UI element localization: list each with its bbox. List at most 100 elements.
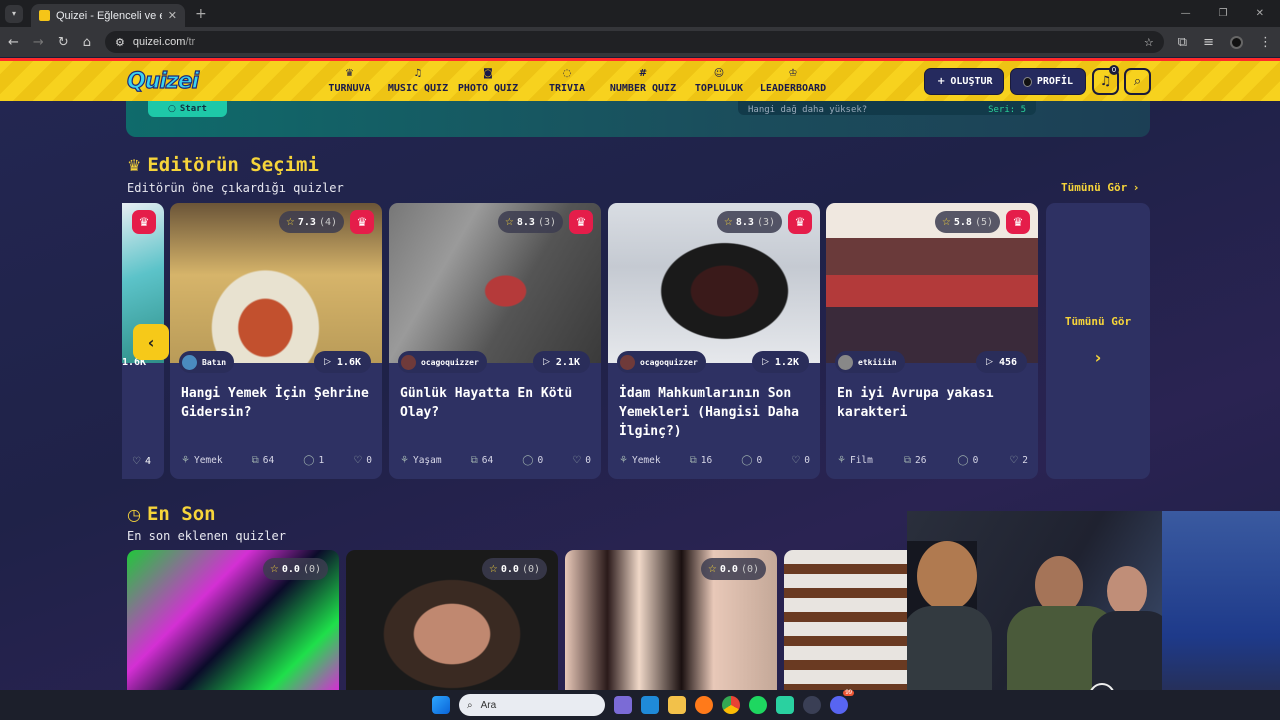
new-tab-icon[interactable]: + [195, 6, 207, 22]
search-button[interactable]: ⌕ [1124, 68, 1151, 95]
category: ⚘ Yemek [181, 455, 223, 466]
nav-label: MUSIC QUIZ [387, 83, 449, 94]
card-title[interactable]: Hangi Yemek İçin Şehrine Gidersin? [181, 384, 373, 422]
author-chip[interactable]: Batın [179, 351, 235, 373]
like-count[interactable]: ♡ 2 [1009, 455, 1028, 466]
webcam-wall [1162, 511, 1280, 720]
home-icon[interactable]: ⌂ [83, 35, 91, 50]
minimize-icon[interactable]: — [1181, 8, 1191, 19]
like-count[interactable]: ♡ 0 [572, 455, 591, 466]
nav-topluluk[interactable]: ☺ TOPLULUK [689, 65, 749, 97]
rating-badge: ☆ 8.3 (3) [497, 211, 563, 233]
star-icon: ☆ [941, 216, 951, 228]
see-all-link[interactable]: Tümünü Gör › [1061, 181, 1138, 194]
heart-icon: ♡ [353, 455, 363, 466]
app-icon[interactable] [776, 696, 794, 714]
create-button[interactable]: + OLUŞTUR [924, 68, 1004, 95]
profile-avatar-icon[interactable] [1230, 35, 1243, 49]
quiz-card[interactable]: ☆ 8.3 (3) ♛ ocagoquizzer ▷ 1.2K İdam Mahkum… [608, 203, 820, 479]
like-count[interactable]: ♡ 0 [353, 455, 372, 466]
rating-count: (4) [318, 216, 337, 228]
discord-icon[interactable]: 99 [830, 690, 854, 714]
start-button[interactable]: ○ Start [148, 101, 227, 117]
author-chip[interactable]: ocagoquizzer [617, 351, 706, 373]
nav-leaderboard[interactable]: ♔ LEADERBOARD [755, 65, 831, 97]
taskbar-search[interactable]: ⌕ Ara [459, 694, 605, 716]
like-count-value: 2 [1022, 455, 1028, 466]
file-explorer-icon[interactable] [668, 696, 686, 714]
maximize-icon[interactable]: ❐ [1219, 8, 1228, 19]
nav-turnuva[interactable]: ♛ TURNUVA [323, 65, 376, 97]
comment-count: ◯ 1 [303, 455, 324, 466]
rating-count: (0) [302, 563, 321, 575]
star-icon: ☆ [504, 216, 514, 228]
bookmark-star-icon[interactable]: ☆ [1144, 36, 1154, 49]
chrome-icon[interactable] [722, 696, 740, 714]
taskbar-search-placeholder: Ara [480, 699, 497, 711]
like-count[interactable]: ♡ 0 [791, 455, 810, 466]
card-title[interactable]: En iyi Avrupa yakası karakteri [837, 384, 1029, 422]
card-title[interactable]: Günlük Hayatta En Kötü Olay? [400, 384, 592, 422]
outlook-icon[interactable] [641, 696, 659, 714]
notification-button[interactable]: ♫ 0 [1092, 65, 1119, 95]
site-logo[interactable]: Quizei [126, 68, 199, 94]
music-icon: ♫ [413, 68, 423, 79]
carousel-prev-button[interactable]: ‹ [133, 324, 169, 360]
quiz-card[interactable]: ☆ 0.0 (0) [346, 550, 558, 690]
quiz-card[interactable]: ☆ 0.0 (0) [565, 550, 777, 690]
media-icon[interactable]: ≡ [1203, 35, 1214, 50]
nav-number-quiz[interactable]: # NUMBER QUIZ [605, 65, 681, 97]
rating-value: 0.0 [500, 563, 519, 575]
category-label: Yemek [631, 455, 661, 466]
quiz-card[interactable]: ☆ 8.3 (3) ♛ ocagoquizzer ▷ 2.1K Günlük Haya… [389, 203, 601, 479]
forward-icon[interactable]: → [33, 35, 44, 50]
author-chip[interactable]: etkiiiin [835, 351, 905, 373]
start-icon[interactable] [432, 696, 450, 714]
nav-label: TURNUVA [328, 83, 371, 94]
app-icon[interactable] [803, 696, 821, 714]
question-count: ⧉ 26 [904, 455, 927, 466]
nav-music-quiz[interactable]: ♫ MUSIC QUIZ [383, 65, 453, 97]
site-info-icon[interactable]: ⚙ [115, 36, 125, 49]
extensions-icon[interactable]: ⧉ [1178, 35, 1187, 50]
see-all-card[interactable]: Tümünü Gör › [1046, 203, 1150, 479]
browser-tab[interactable]: Quizei - Eğlenceli ve etkileşimli ✕ [31, 4, 185, 27]
start-label: Start [179, 104, 207, 114]
rating-count: (0) [740, 563, 759, 575]
author-chip[interactable]: ocagoquizzer [398, 351, 487, 373]
back-icon[interactable]: ← [8, 35, 19, 50]
quiz-card[interactable]: ☆ 7.3 (4) ♛ Batın ▷ 1.6K Hangi Yemek İçin Ş… [170, 203, 382, 479]
profile-button[interactable]: PROFİL [1010, 68, 1086, 95]
category-icon: ⚘ [181, 455, 190, 466]
camera-icon: ◙ [483, 68, 493, 79]
address-bar[interactable]: ⚙ quizei.com/tr ☆ [104, 31, 1164, 53]
tab-list-icon[interactable]: ▾ [5, 4, 23, 23]
card-title[interactable]: İdam Mahkumlarının Son Yemekleri (Hangis… [619, 384, 811, 441]
menu-icon[interactable]: ⋮ [1259, 35, 1272, 50]
plus-icon: + [937, 76, 946, 87]
nav-photo-quiz[interactable]: ◙ PHOTO QUIZ [453, 65, 523, 97]
question-count: ⧉ 64 [252, 455, 275, 466]
nav-trivia[interactable]: ◌ TRIVIA [538, 65, 596, 97]
nav-label: NUMBER QUIZ [609, 83, 677, 94]
crown-icon: ♛ [1006, 210, 1030, 234]
search-icon: ⌕ [1133, 74, 1142, 89]
play-count: 456 [998, 356, 1017, 368]
reload-icon[interactable]: ↻ [58, 35, 69, 50]
close-tab-icon[interactable]: ✕ [168, 9, 177, 22]
notification-badge: 0 [1109, 65, 1119, 75]
firefox-icon[interactable] [695, 696, 713, 714]
nav-label: PHOTO QUIZ [457, 83, 519, 94]
comment-count-value: 0 [756, 455, 763, 466]
task-view-icon[interactable] [614, 696, 632, 714]
latest-title-text: En Son [146, 503, 216, 525]
play-count-chip: ▷ 456 [976, 351, 1027, 373]
like-count: 4 [144, 456, 151, 467]
quiz-card[interactable]: ☆ 5.8 (5) ♛ etkiiiin ▷ 456 En iyi Avrupa ya… [826, 203, 1038, 479]
author-name: Batın [202, 357, 227, 367]
play-count: 1.6K [336, 356, 361, 368]
quiz-card[interactable]: ☆ 0.0 (0) [127, 550, 339, 690]
questions-icon: ⧉ [251, 455, 259, 466]
close-window-icon[interactable]: ✕ [1256, 8, 1264, 19]
spotify-icon[interactable] [749, 696, 767, 714]
